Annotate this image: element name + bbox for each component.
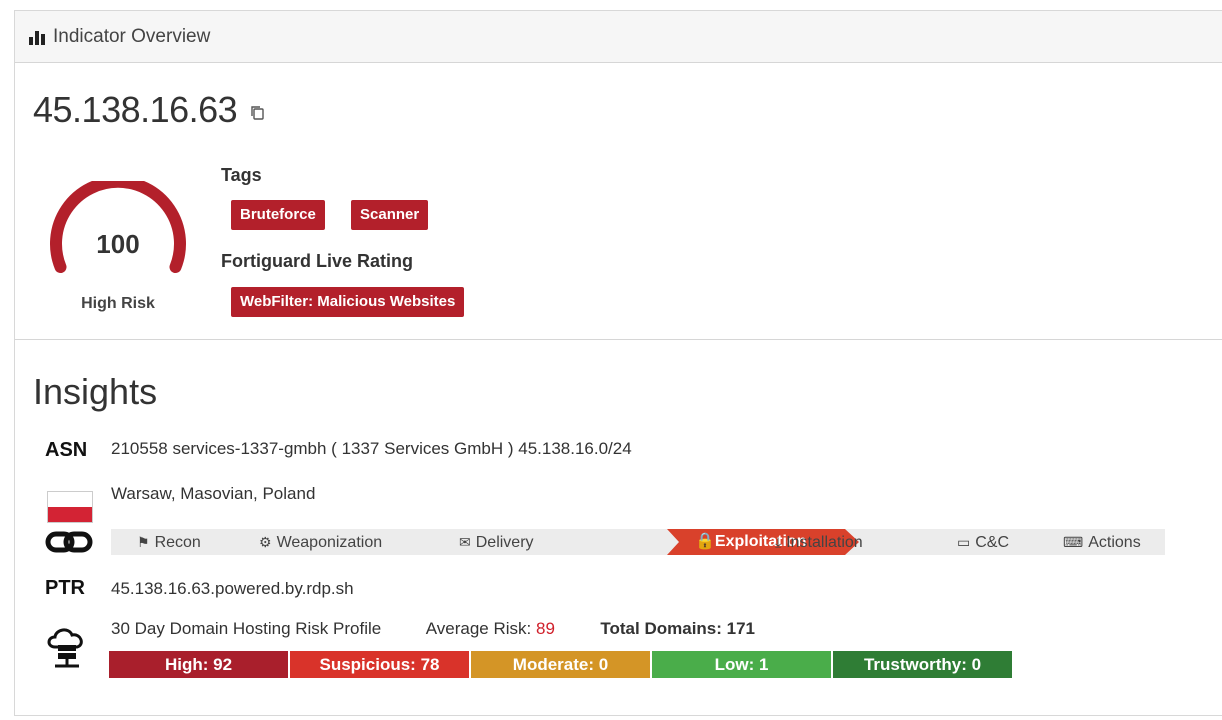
kill-chain-step-label: Recon [154, 534, 201, 551]
kill-chain-step-recon[interactable]: ⚑ Recon [137, 529, 201, 555]
copy-icon[interactable] [249, 104, 267, 127]
asn-key: ASN [45, 439, 88, 461]
kill-chain-step-installation[interactable]: ⤓ Installation [775, 529, 863, 555]
kill-chain-step-label: Actions [1088, 534, 1141, 551]
poland-flag [47, 491, 93, 523]
tags-label: Tags [221, 165, 262, 185]
ptr-value: 45.138.16.63.powered.by.rdp.sh [111, 579, 354, 598]
kill-chain-step-label: Installation [786, 534, 863, 551]
lock-icon: 🔒 [695, 533, 715, 550]
hosting-risk-summary: 30 Day Domain Hosting Risk Profile Avera… [111, 619, 755, 639]
tag-scanner[interactable]: Scanner [351, 200, 429, 230]
location-value: Warsaw, Masovian, Poland [111, 484, 316, 503]
asn-value: 210558 services-1337-gmbh ( 1337 Service… [111, 439, 632, 458]
panel-title: Indicator Overview [53, 25, 211, 47]
gear-icon: ⚙ [259, 534, 272, 550]
average-risk-label: Average Risk: [425, 619, 532, 638]
kill-chain-step-delivery[interactable]: ✉ Delivery [459, 529, 534, 555]
kill-chain-step-label: C&C [975, 534, 1010, 551]
hosting-risk-bar: High: 92 Suspicious: 78 Moderate: 0 Low:… [109, 651, 1012, 678]
risk-segment-low[interactable]: Low: 1 [652, 651, 833, 678]
hosting-risk-title: 30 Day Domain Hosting Risk Profile [111, 619, 382, 638]
kill-chain-bar: ⚑ Recon ⚙ Weaponization ✉ Delivery 🔒Exploit… [111, 529, 1165, 555]
divider [15, 339, 1222, 340]
fortiguard-label: Fortiguard Live Rating [221, 251, 414, 271]
risk-segment-moderate[interactable]: Moderate: 0 [471, 651, 652, 678]
total-domains: Total Domains: 171 [600, 619, 756, 638]
ptr-key: PTR [45, 577, 85, 599]
keyboard-icon: ⌨ [1063, 534, 1084, 550]
fortiguard-rating-badge[interactable]: WebFilter: Malicious Websites [231, 287, 465, 317]
risk-gauge: 100 High Risk [43, 175, 193, 321]
risk-score: 100 [96, 229, 140, 259]
bar-chart-icon [29, 29, 45, 45]
indicator-row: 45.138.16.63 [33, 89, 267, 131]
panel-header: Indicator Overview [15, 11, 1222, 63]
link-icon [45, 529, 93, 560]
risk-segment-high[interactable]: High: 92 [109, 651, 290, 678]
risk-segment-suspicious[interactable]: Suspicious: 78 [290, 651, 471, 678]
kill-chain-step-label: Weaponization [276, 534, 383, 551]
laptop-icon: ▭ [957, 534, 971, 550]
kill-chain-step-cnc[interactable]: ▭ C&C [957, 529, 1009, 555]
envelope-icon: ✉ [459, 534, 471, 550]
insights-title: Insights [33, 371, 158, 412]
kill-chain-step-label: Delivery [475, 534, 534, 551]
cloud-server-icon [45, 625, 89, 676]
binoculars-icon: ⚑ [137, 534, 150, 550]
indicator-overview-panel: Indicator Overview 45.138.16.63 100 High… [14, 10, 1222, 716]
average-risk-value: 89 [536, 619, 555, 638]
risk-segment-trustworthy[interactable]: Trustworthy: 0 [833, 651, 1012, 678]
kill-chain-step-actions[interactable]: ⌨ Actions [1063, 529, 1141, 555]
kill-chain-step-weaponization[interactable]: ⚙ Weaponization [259, 529, 382, 555]
indicator-ip: 45.138.16.63 [33, 89, 238, 130]
download-icon: ⤓ [775, 534, 782, 550]
risk-label: High Risk [81, 295, 155, 312]
tag-bruteforce[interactable]: Bruteforce [231, 200, 325, 230]
